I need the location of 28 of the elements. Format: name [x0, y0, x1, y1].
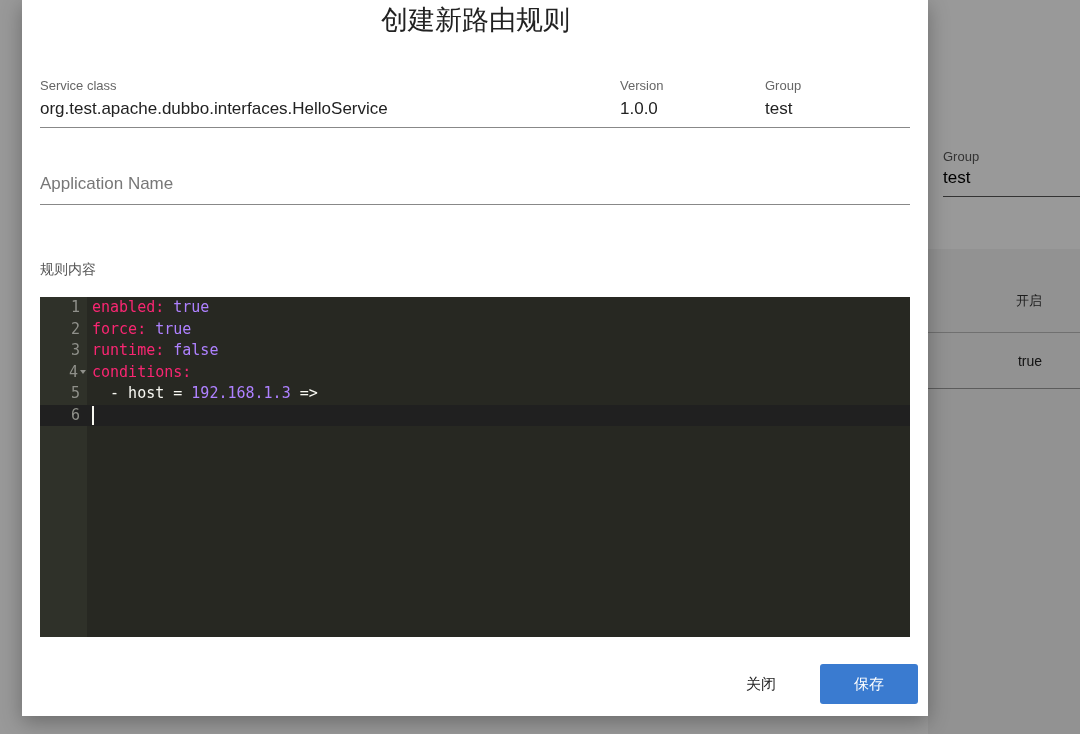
field-value: test	[943, 168, 972, 188]
line-number: 4	[68, 361, 78, 383]
line-number: 1	[70, 297, 80, 318]
save-button[interactable]: 保存	[820, 664, 918, 704]
text-cursor	[92, 405, 94, 425]
line-number: 5	[70, 383, 80, 404]
close-button[interactable]: 关闭	[742, 666, 780, 702]
code-line: enabled: true	[92, 297, 210, 318]
field-value: 1.0.0	[620, 99, 659, 119]
line-number: 2	[70, 318, 80, 340]
code-line: runtime: false	[92, 340, 219, 361]
fold-caret-icon[interactable]	[80, 369, 86, 375]
table-cell: true	[1017, 352, 1042, 369]
section-label: 规则内容	[40, 261, 97, 279]
field-label: Group	[943, 149, 981, 164]
field-value: org.test.apache.dubbo.interfaces.HelloService	[40, 99, 389, 119]
code-line: conditions:	[92, 361, 192, 383]
code-editor[interactable]: 1 enabled: true 2 force: true 3 runtime: false 4 conditions: 5 - host = 192.168.1.3 => 6	[40, 297, 910, 637]
field-label: Version	[620, 78, 665, 93]
code-line: - host = 192.168.1.3 =>	[109, 383, 318, 404]
column-header: 开启	[1016, 292, 1042, 310]
field-label: Service class	[40, 78, 118, 93]
code-line: force: true	[92, 318, 192, 340]
field-label: Group	[765, 78, 803, 93]
line-number: 6	[70, 404, 80, 426]
field-value: test	[765, 99, 794, 119]
dialog-title: 创建新路由规则	[379, 4, 571, 37]
line-number: 3	[70, 340, 80, 361]
